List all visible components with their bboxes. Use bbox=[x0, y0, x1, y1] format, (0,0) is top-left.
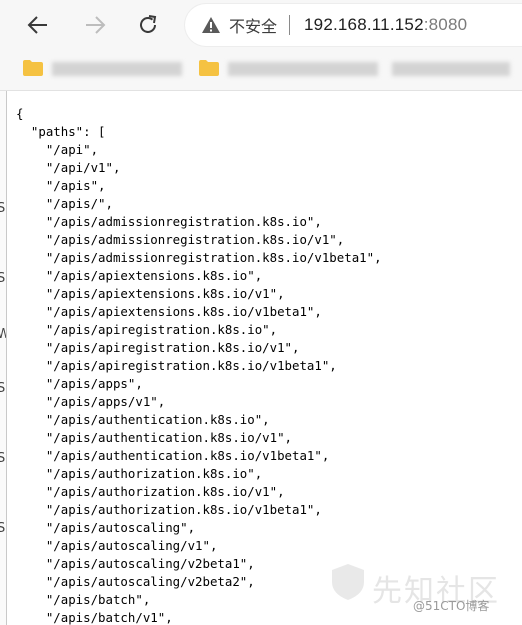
json-line: "/apis/authorization.k8s.io/v1", bbox=[16, 484, 285, 499]
json-line: { bbox=[16, 106, 24, 121]
json-line: "paths": [ bbox=[16, 124, 106, 139]
forward-button[interactable] bbox=[79, 9, 111, 41]
arrow-right-icon bbox=[86, 16, 106, 34]
warning-triangle-icon[interactable] bbox=[201, 15, 221, 35]
json-line: "/apis/apiextensions.k8s.io/v1", bbox=[16, 286, 285, 301]
url-port: :8080 bbox=[423, 15, 468, 34]
json-line: "/apis/autoscaling", bbox=[16, 520, 196, 535]
json-line: "/apis/authorization.k8s.io", bbox=[16, 466, 263, 481]
back-button[interactable] bbox=[22, 9, 54, 41]
json-line: "/apis/", bbox=[16, 196, 113, 211]
watermark-shield-icon bbox=[332, 564, 364, 600]
json-text: { "paths": [ "/api", "/api/v1", "/apis",… bbox=[7, 91, 522, 625]
json-line: "/apis/admissionregistration.k8s.io", bbox=[16, 214, 322, 229]
json-line: "/apis", bbox=[16, 178, 106, 193]
address-divider bbox=[289, 15, 291, 35]
json-line: "/api", bbox=[16, 142, 99, 157]
reload-button[interactable] bbox=[132, 9, 164, 41]
adjacent-window-edge: S S W S S S bbox=[0, 91, 7, 625]
watermark-credit: @51CTO博客 bbox=[413, 599, 490, 613]
folder-icon[interactable] bbox=[22, 59, 44, 77]
json-line: "/apis/apps/v1", bbox=[16, 394, 166, 409]
json-line: "/apis/authentication.k8s.io", bbox=[16, 412, 270, 427]
bookmark-item-redacted[interactable] bbox=[392, 62, 510, 76]
json-line: "/apis/admissionregistration.k8s.io/v1", bbox=[16, 232, 345, 247]
browser-toolbar: 不安全 192.168.11.152:8080 bbox=[0, 0, 522, 50]
url-text[interactable]: 192.168.11.152:8080 bbox=[304, 15, 467, 35]
arrow-left-icon bbox=[27, 16, 47, 34]
json-line: "/apis/authentication.k8s.io/v1", bbox=[16, 430, 293, 445]
url-host: 192.168.11.152 bbox=[304, 15, 424, 34]
json-line: "/apis/apiregistration.k8s.io/v1", bbox=[16, 340, 300, 355]
json-line: "/apis/apiregistration.k8s.io/v1beta1", bbox=[16, 358, 337, 373]
security-status-label[interactable]: 不安全 bbox=[229, 13, 277, 37]
json-content: { "paths": [ "/api", "/api/v1", "/apis",… bbox=[7, 91, 522, 625]
json-line: "/apis/authorization.k8s.io/v1beta1", bbox=[16, 502, 322, 517]
address-bar[interactable]: 不安全 192.168.11.152:8080 bbox=[185, 4, 522, 46]
bookmark-item-redacted[interactable] bbox=[52, 62, 182, 76]
json-line: "/apis/admissionregistration.k8s.io/v1be… bbox=[16, 250, 382, 265]
json-line: "/api/v1", bbox=[16, 160, 121, 175]
json-line: "/apis/apiregistration.k8s.io", bbox=[16, 322, 278, 337]
json-line: "/apis/apiextensions.k8s.io/v1beta1", bbox=[16, 304, 322, 319]
bookmarks-bar bbox=[0, 50, 522, 91]
reload-icon bbox=[140, 15, 157, 33]
folder-icon[interactable] bbox=[198, 59, 220, 77]
json-line: "/apis/authentication.k8s.io/v1beta1", bbox=[16, 448, 330, 463]
json-line: "/apis/autoscaling/v1", bbox=[16, 538, 218, 553]
json-line: "/apis/apps", bbox=[16, 376, 143, 391]
json-line: "/apis/apiextensions.k8s.io", bbox=[16, 268, 263, 283]
bookmark-item-redacted[interactable] bbox=[228, 62, 378, 76]
